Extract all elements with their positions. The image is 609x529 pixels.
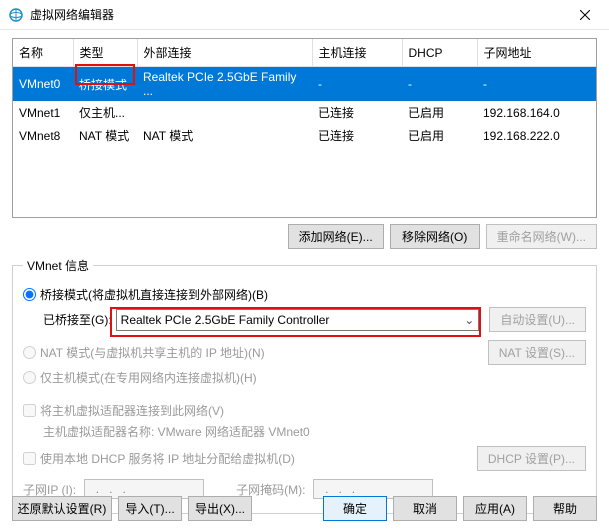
col-dhcp[interactable]: DHCP [402,39,477,67]
radio-nat-label: NAT 模式(与虚拟机共享主机的 IP 地址)(N) [40,344,482,361]
window-title: 虚拟网络编辑器 [30,6,565,23]
ok-button[interactable]: 确定 [323,496,387,521]
cell-dhcp: 已启用 [402,124,477,147]
radio-bridge-label: 桥接模式(将虚拟机直接连接到外部网络)(B) [40,286,268,303]
apply-button[interactable]: 应用(A) [463,496,527,521]
cell-ext [137,101,312,124]
bridge-to-label: 已桥接至(G): [43,311,112,328]
cell-ext: NAT 模式 [137,124,312,147]
cell-host: - [312,67,402,102]
cell-subnet: - [477,67,596,102]
cell-dhcp: - [402,67,477,102]
cell-dhcp: 已启用 [402,101,477,124]
col-name[interactable]: 名称 [13,39,73,67]
cell-type: NAT 模式 [73,124,137,147]
table-row[interactable]: VMnet8NAT 模式NAT 模式已连接已启用192.168.222.0 [13,124,596,147]
table-row[interactable]: VMnet0桥接模式Realtek PCIe 2.5GbE Family ...… [13,67,596,102]
radio-hostonly-label: 仅主机模式(在专用网络内连接虚拟机)(H) [40,369,257,386]
cell-host: 已连接 [312,101,402,124]
bridge-to-value: Realtek PCIe 2.5GbE Family Controller [121,313,330,327]
mid-button-row: 添加网络(E)... 移除网络(O) 重命名网络(W)... [12,224,597,249]
groupbox-legend: VMnet 信息 [23,257,93,274]
import-button[interactable]: 导入(T)... [118,496,182,521]
app-icon [8,7,24,23]
cell-name: VMnet0 [13,67,73,102]
check-dhcp-label: 使用本地 DHCP 服务将 IP 地址分配给虚拟机(D) [40,450,471,467]
cell-type: 桥接模式 [73,67,137,102]
radio-nat-row: NAT 模式(与虚拟机共享主机的 IP 地址)(N) NAT 设置(S)... [23,340,586,365]
rename-network-button: 重命名网络(W)... [486,224,597,249]
check-dhcp-row: 使用本地 DHCP 服务将 IP 地址分配给虚拟机(D) DHCP 设置(P).… [23,446,586,471]
remove-network-button[interactable]: 移除网络(O) [390,224,480,249]
subnet-mask-label: 子网掩码(M): [236,481,305,498]
check-hostadapter-label: 将主机虚拟适配器连接到此网络(V) [40,402,224,419]
chevron-down-icon: ⌄ [464,313,474,327]
nat-settings-button: NAT 设置(S)... [488,340,586,365]
cell-subnet: 192.168.164.0 [477,101,596,124]
help-button[interactable]: 帮助 [533,496,597,521]
cancel-button[interactable]: 取消 [393,496,457,521]
hostadapter-name: 主机虚拟适配器名称: VMware 网络适配器 VMnet0 [43,423,310,440]
vmnet-info-groupbox: VMnet 信息 桥接模式(将虚拟机直接连接到外部网络)(B) 已桥接至(G):… [12,257,597,514]
table-header-row: 名称 类型 外部连接 主机连接 DHCP 子网地址 [13,39,596,67]
col-ext[interactable]: 外部连接 [137,39,312,67]
close-button[interactable] [565,0,605,30]
cell-subnet: 192.168.222.0 [477,124,596,147]
export-button[interactable]: 导出(X)... [188,496,252,521]
bridge-to-combo[interactable]: Realtek PCIe 2.5GbE Family Controller ⌄ [116,309,480,331]
cell-name: VMnet8 [13,124,73,147]
add-network-button[interactable]: 添加网络(E)... [288,224,384,249]
check-hostadapter [23,404,36,417]
subnet-ip-label: 子网IP (I): [23,481,76,498]
cell-name: VMnet1 [13,101,73,124]
restore-defaults-button[interactable]: 还原默认设置(R) [12,496,112,521]
radio-hostonly-row: 仅主机模式(在专用网络内连接虚拟机)(H) [23,369,586,386]
col-host[interactable]: 主机连接 [312,39,402,67]
col-type[interactable]: 类型 [73,39,137,67]
cell-ext: Realtek PCIe 2.5GbE Family ... [137,67,312,102]
titlebar: 虚拟网络编辑器 [0,0,609,30]
auto-settings-button: 自动设置(U)... [489,307,586,332]
radio-bridge-row[interactable]: 桥接模式(将虚拟机直接连接到外部网络)(B) [23,286,586,303]
footer: 还原默认设置(R) 导入(T)... 导出(X)... 确定 取消 应用(A) … [12,496,597,521]
cell-type: 仅主机... [73,101,137,124]
cell-host: 已连接 [312,124,402,147]
radio-nat [23,346,36,359]
check-dhcp [23,452,36,465]
check-hostadapter-row: 将主机虚拟适配器连接到此网络(V) [23,402,586,419]
table-row[interactable]: VMnet1仅主机... 已连接已启用192.168.164.0 [13,101,596,124]
network-table[interactable]: 名称 类型 外部连接 主机连接 DHCP 子网地址 VMnet0桥接模式Real… [12,38,597,218]
dhcp-settings-button: DHCP 设置(P)... [477,446,586,471]
radio-hostonly [23,371,36,384]
col-subnet[interactable]: 子网地址 [477,39,596,67]
radio-bridge[interactable] [23,288,36,301]
